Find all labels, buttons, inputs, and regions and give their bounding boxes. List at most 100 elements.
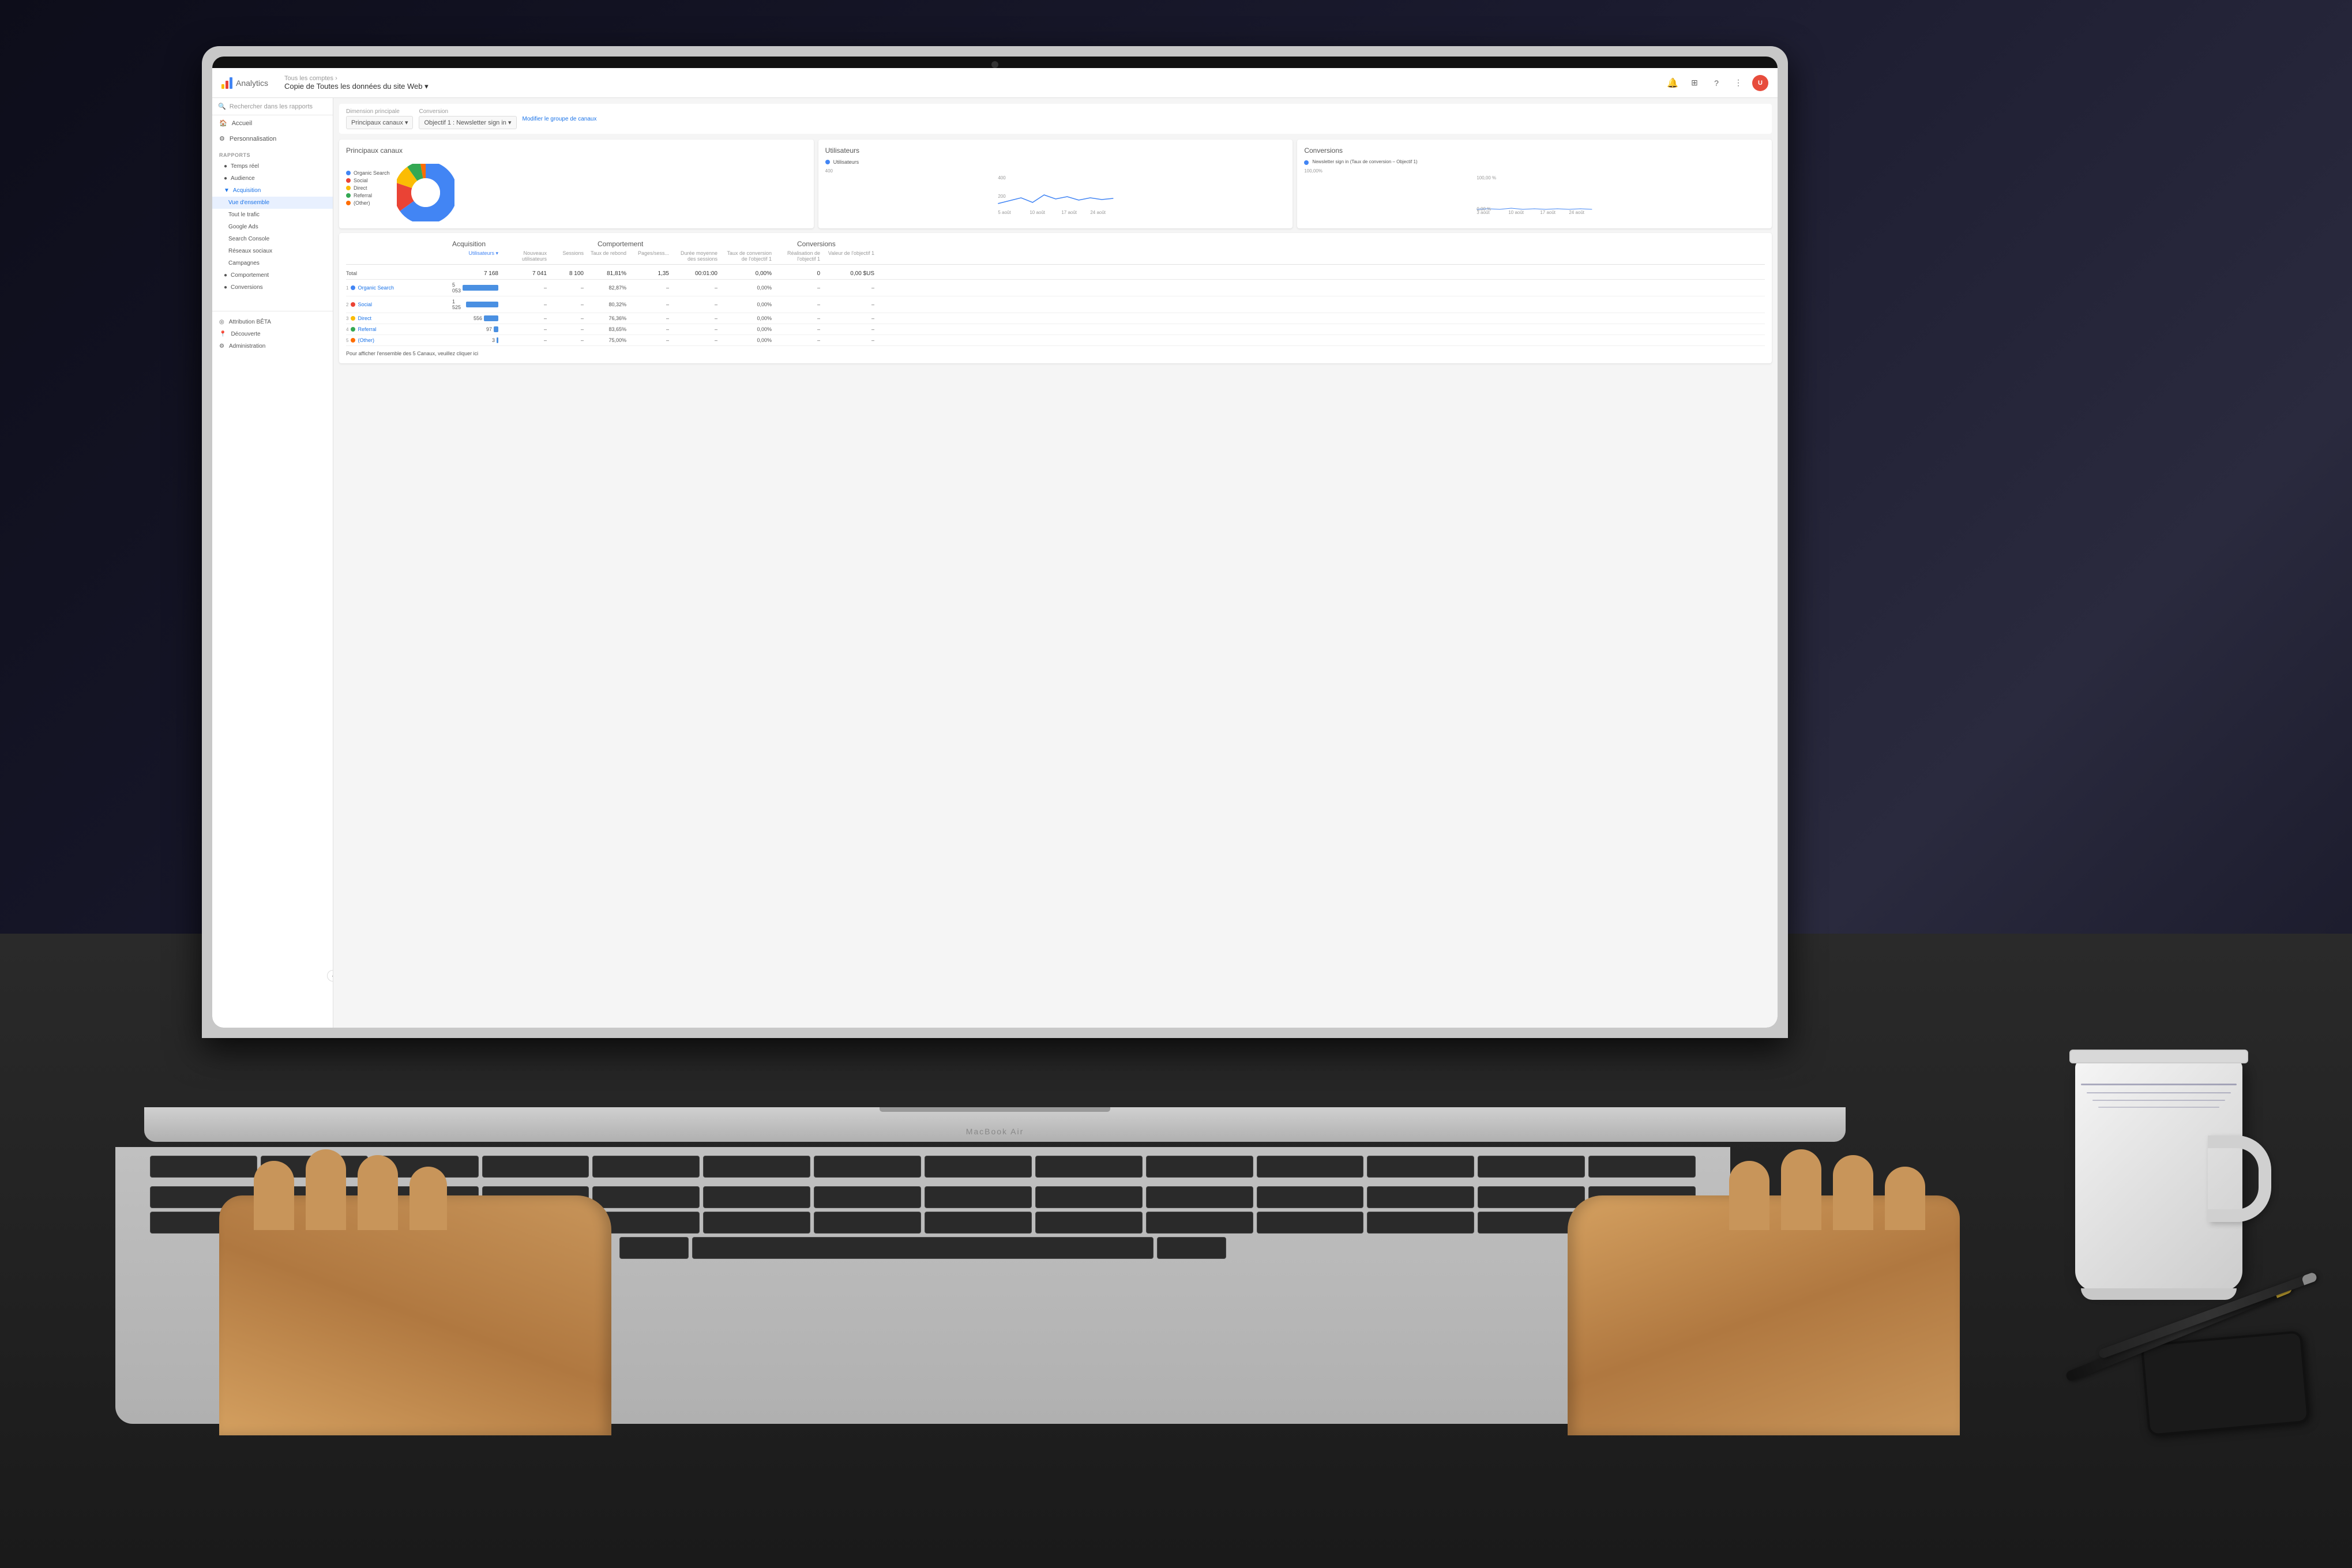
phone-screen bbox=[2143, 1333, 2307, 1434]
row-utilisateurs: 97 bbox=[452, 326, 498, 332]
sidebar-footer-administration[interactable]: ⚙ Administration bbox=[219, 340, 326, 352]
sidebar-item-comportement[interactable]: ● Comportement bbox=[212, 269, 333, 281]
row-real: – bbox=[774, 337, 820, 343]
help-icon[interactable]: ? bbox=[1708, 75, 1724, 91]
key[interactable] bbox=[814, 1212, 921, 1234]
total-sessions: 8 100 bbox=[549, 270, 584, 277]
key[interactable] bbox=[814, 1156, 921, 1178]
utilisateurs-max: 400 bbox=[825, 168, 833, 174]
top-bar: Analytics Tous les comptes › Copie de To… bbox=[212, 68, 1778, 98]
charts-row: Principaux canaux Organic Search bbox=[339, 140, 1772, 228]
table-row: 1 Organic Search 5 053 – – 82,87% – – 0,… bbox=[346, 280, 1765, 296]
avatar[interactable]: U bbox=[1752, 75, 1768, 91]
row-duree: – bbox=[671, 315, 717, 321]
key[interactable] bbox=[925, 1156, 1032, 1178]
sidebar-item-conversions[interactable]: ● Conversions bbox=[212, 281, 333, 294]
key[interactable] bbox=[1035, 1156, 1143, 1178]
mug-stripe-1 bbox=[2081, 1084, 2237, 1085]
key[interactable] bbox=[1146, 1186, 1253, 1208]
conversion-dropdown[interactable]: Objectif 1 : Newsletter sign in ▾ bbox=[419, 116, 516, 129]
key[interactable] bbox=[1146, 1156, 1253, 1178]
mug-stripe-4 bbox=[2098, 1107, 2219, 1108]
row-label[interactable]: 2 Social bbox=[346, 302, 450, 307]
macbook-label: MacBook Air bbox=[966, 1127, 1024, 1136]
grid-icon[interactable]: ⊞ bbox=[1686, 75, 1703, 91]
total-label: Total bbox=[346, 270, 450, 277]
main-layout: 🔍 Rechercher dans les rapports 🏠 Accueil… bbox=[212, 98, 1778, 1028]
col-header-duree: Durée moyenne des sessions bbox=[671, 250, 717, 262]
total-duree: 00:01:00 bbox=[671, 270, 717, 277]
key[interactable] bbox=[1367, 1212, 1474, 1234]
row-utilisateurs: 5 053 bbox=[452, 282, 498, 294]
mug-stripe-3 bbox=[2092, 1100, 2225, 1101]
more-icon[interactable]: ⋮ bbox=[1730, 75, 1746, 91]
key-shift-right[interactable] bbox=[1157, 1237, 1226, 1259]
key[interactable] bbox=[1035, 1212, 1143, 1234]
search-placeholder: Rechercher dans les rapports bbox=[230, 103, 313, 110]
sidebar-footer-attribution[interactable]: ◎ Attribution BÊTA bbox=[219, 316, 326, 328]
attribution-icon: ◎ bbox=[219, 319, 224, 325]
sidebar-sub-tout-trafic[interactable]: Tout le trafic bbox=[212, 209, 333, 221]
acquisition-header: Acquisition bbox=[452, 240, 595, 248]
row-label[interactable]: 1 Organic Search bbox=[346, 285, 450, 291]
key[interactable] bbox=[703, 1186, 810, 1208]
svg-text:17 août: 17 août bbox=[1061, 210, 1077, 215]
row-pages: – bbox=[629, 326, 669, 332]
key[interactable] bbox=[1257, 1156, 1364, 1178]
row-conv-rate: 0,00% bbox=[720, 315, 772, 321]
sidebar-sub-reseaux-sociaux[interactable]: Réseaux sociaux bbox=[212, 245, 333, 257]
table-row: 3 Direct 556 – – 76,36% – – 0,00% – – bbox=[346, 313, 1765, 324]
sidebar-item-personnalisation[interactable]: ⚙ Personnalisation bbox=[212, 131, 333, 146]
sidebar-sub-google-ads[interactable]: Google Ads bbox=[212, 221, 333, 233]
key[interactable] bbox=[1257, 1186, 1364, 1208]
key[interactable] bbox=[1367, 1156, 1474, 1178]
key[interactable] bbox=[1146, 1212, 1253, 1234]
key[interactable] bbox=[1367, 1186, 1474, 1208]
bullet-icon-2: ● bbox=[224, 175, 227, 182]
key-shift-left[interactable] bbox=[619, 1237, 689, 1259]
sidebar-label-personnalisation: Personnalisation bbox=[230, 136, 276, 142]
sidebar-item-audience[interactable]: ● Audience bbox=[212, 172, 333, 185]
dimension-dropdown[interactable]: Principaux canaux ▾ bbox=[346, 116, 413, 129]
notification-icon[interactable]: 🔔 bbox=[1665, 75, 1681, 91]
sidebar-sub-vue-ensemble[interactable]: Vue d'ensemble bbox=[212, 197, 333, 209]
key-space[interactable] bbox=[692, 1237, 1154, 1259]
logo-bar-1 bbox=[221, 84, 224, 89]
svg-text:10 août: 10 août bbox=[1509, 210, 1524, 215]
col-header-pages: Pages/sess... bbox=[629, 250, 669, 262]
key[interactable] bbox=[925, 1212, 1032, 1234]
conversions-dot bbox=[1304, 160, 1309, 165]
principaux-canaux-title: Principaux canaux bbox=[346, 146, 807, 155]
legend-other: (Other) bbox=[346, 200, 390, 206]
sidebar-sub-search-console[interactable]: Search Console bbox=[212, 233, 333, 245]
key[interactable] bbox=[1035, 1186, 1143, 1208]
bullet-icon: ● bbox=[224, 163, 227, 170]
col-header-realisation: Réalisation de l'objectif 1 bbox=[774, 250, 820, 262]
page-title[interactable]: Copie de Toutes les données du site Web … bbox=[284, 82, 1665, 91]
key[interactable] bbox=[814, 1186, 921, 1208]
key[interactable] bbox=[1257, 1212, 1364, 1234]
row-label[interactable]: 5 (Other) bbox=[346, 337, 450, 343]
sidebar-item-acquisition[interactable]: ▼ Acquisition bbox=[212, 185, 333, 197]
col-header-utilisateurs[interactable]: Utilisateurs ▾ bbox=[452, 250, 498, 262]
row-sessions: – bbox=[549, 285, 584, 291]
key[interactable] bbox=[925, 1186, 1032, 1208]
modify-link[interactable]: Modifier le groupe de canaux bbox=[523, 116, 597, 122]
sidebar-footer-decouverte[interactable]: 📍 Découverte bbox=[219, 328, 326, 340]
row-duree: – bbox=[671, 337, 717, 343]
key[interactable] bbox=[703, 1212, 810, 1234]
mug-rim bbox=[2069, 1050, 2248, 1063]
svg-text:17 août: 17 août bbox=[1541, 210, 1556, 215]
more-link[interactable]: Pour afficher l'ensemble des 5 Canaux, v… bbox=[346, 346, 1765, 356]
camera bbox=[991, 61, 998, 68]
svg-text:400: 400 bbox=[998, 175, 1006, 181]
key[interactable] bbox=[703, 1156, 810, 1178]
sidebar-search[interactable]: 🔍 Rechercher dans les rapports bbox=[212, 98, 333, 115]
screen-bezel: Analytics Tous les comptes › Copie de To… bbox=[212, 57, 1778, 1028]
collapse-sidebar-btn[interactable]: ‹ bbox=[327, 970, 333, 982]
sidebar-item-temps-reel[interactable]: ● Temps réel bbox=[212, 160, 333, 172]
row-label[interactable]: 3 Direct bbox=[346, 315, 450, 321]
sidebar-item-accueil[interactable]: 🏠 Accueil bbox=[212, 115, 333, 131]
sidebar-sub-campagnes[interactable]: Campagnes bbox=[212, 257, 333, 269]
row-label[interactable]: 4 Referral bbox=[346, 326, 450, 332]
